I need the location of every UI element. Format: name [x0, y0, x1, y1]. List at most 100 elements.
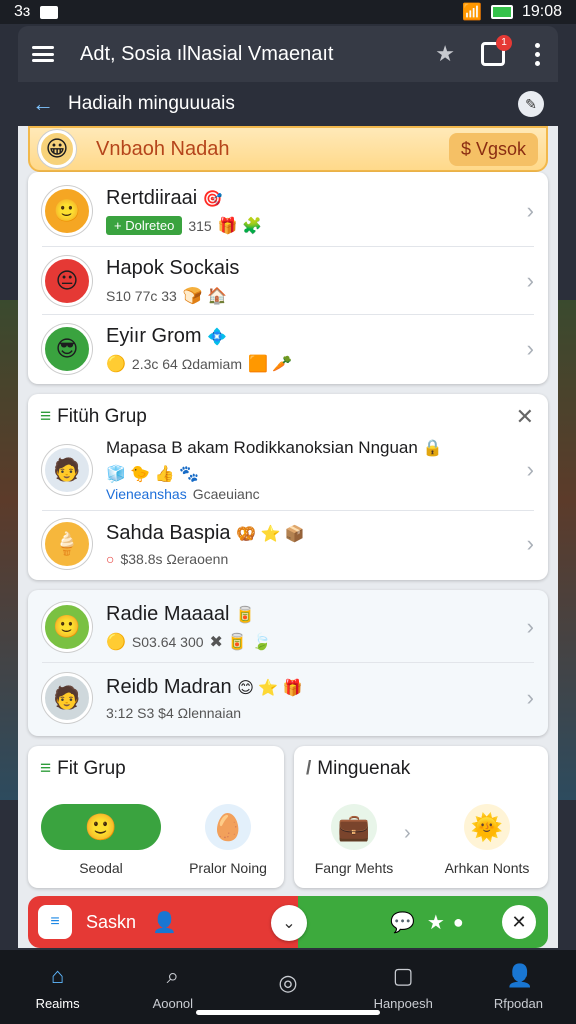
battery-icon: [490, 5, 513, 19]
slash-icon: /: [306, 758, 312, 779]
action-left[interactable]: ≡ Saskn 👤: [28, 896, 298, 948]
section-title: Fitüh Grup: [57, 406, 147, 427]
list-item[interactable]: 🙂 Rertdiiraai 🎯 + Dolreteo 315 🎁 🧩 ›: [28, 178, 548, 244]
divider: [42, 662, 534, 663]
tile-item[interactable]: 💼 Fangr Mehts: [304, 804, 404, 876]
contacts-card: 🙂 Rertdiiraai 🎯 + Dolreteo 315 🎁 🧩 › 😐 H…: [28, 172, 548, 384]
dot-icon: ●: [452, 911, 464, 932]
status-left-text: 3ɜ: [14, 3, 31, 20]
list-icon: ≡: [40, 758, 52, 779]
list-item[interactable]: 😎 Eyiır Grom 💠 🟡 2.3c 64 Ωdamiam 🟧 🥕 ›: [28, 316, 548, 382]
avatar: 😎: [42, 324, 92, 374]
avatar: 🧑: [42, 673, 92, 723]
list-item[interactable]: 🙂 Radie Maaaal 🥫 🟡 S03.64 300 ✖ 🥫 🍃 ›: [28, 594, 548, 660]
chat-icon[interactable]: 💬: [390, 910, 415, 935]
item-icons: 😊 ⭐ 🎁: [237, 679, 303, 697]
nav-label: Aoonol: [152, 995, 194, 1011]
lock-icon: 🔒: [422, 440, 443, 457]
chevron-right-icon: ›: [526, 336, 534, 361]
badge-icon: 💠: [207, 328, 228, 346]
tile-label: Fangr Mehts: [314, 860, 394, 876]
action-label: Saskn: [86, 911, 137, 932]
tile-label: Pralor Noing: [189, 860, 267, 876]
section-header: ≡ Fit Grup: [40, 758, 126, 780]
status-ring-icon: ○: [106, 550, 115, 567]
sub-bar: ← Hadiaih minguuuais ✎: [18, 82, 558, 126]
more-options-icon[interactable]: [531, 42, 544, 66]
avatar: 😐: [42, 256, 92, 306]
tile-label: Seodal: [79, 860, 123, 876]
section-header: ≡ Fitüh Grup: [40, 406, 147, 428]
tile-icon: 💼: [331, 804, 377, 850]
item-icons: 🟧 🥕: [248, 355, 293, 373]
profile-icon: 👤: [506, 962, 534, 988]
list-item[interactable]: 🧑 Reidb Madran 😊 ⭐ 🎁 3:12 S3 $4 Ωlennaia…: [28, 664, 548, 732]
app-icon: ≡: [38, 905, 72, 939]
tile-item[interactable]: 🌞 Arhkan Nonts: [432, 804, 542, 876]
avatar: 🙂: [42, 602, 92, 652]
edit-icon[interactable]: ✎: [518, 91, 544, 117]
tabs-icon[interactable]: 1: [481, 35, 512, 66]
item-icons: 🧊 🐤 👍 🐾: [106, 466, 200, 483]
item-icons: ✖ 🥫 🍃: [209, 633, 272, 651]
home-icon: ⌂: [50, 962, 65, 988]
minguenak-tile: / Minguenak 💼 Fangr Mehts › 🌞 Arhkan Non…: [294, 746, 548, 888]
list-item[interactable]: 🧑 Mapasa B akam Rodikkanoksian Nnguan 🔒 …: [28, 434, 548, 506]
banner-title: Vnbaoh Nadah: [96, 137, 230, 160]
item-link[interactable]: Vieneanshas: [106, 486, 187, 502]
chevron-right-icon: ›: [526, 531, 534, 556]
avatar: 🧑: [42, 445, 92, 495]
tile-icon: 🥚: [205, 804, 251, 850]
divider: [42, 246, 534, 247]
nav-item-home[interactable]: ⌂ Reaims: [0, 950, 115, 1024]
signal-icon: 📶: [462, 4, 482, 21]
recent-card: 🙂 Radie Maaaal 🥫 🟡 S03.64 300 ✖ 🥫 🍃 › 🧑 …: [28, 590, 548, 736]
avatar: 🍦: [42, 519, 92, 569]
chevron-right-icon: ›: [404, 822, 411, 844]
tile-item[interactable]: 🥚 Pralor Noing: [178, 804, 278, 876]
item-icons: 🥨 ⭐ 📦: [236, 525, 305, 543]
chevron-right-icon: ›: [526, 457, 534, 482]
nav-item-profile[interactable]: 👤 Rfpodan: [461, 950, 576, 1024]
coin-icon: 🟡: [106, 355, 126, 373]
list-item[interactable]: 😐 Hapok Sockais S10 77c 33 🍞 🏠 ›: [28, 248, 548, 314]
list-item[interactable]: 🍦 Sahda Baspia 🥨 ⭐ 📦 ○ $38.8s Ωeraoenn ›: [28, 512, 548, 576]
star-icon[interactable]: ★: [427, 910, 445, 935]
divider: [42, 314, 534, 315]
chevron-right-icon: ›: [526, 198, 534, 223]
contact-meta: 315: [188, 217, 212, 234]
item-meta: 3:12 S3 $4 Ωlennaian: [106, 704, 242, 721]
contact-name: Hapok Sockais: [106, 256, 240, 279]
featured-banner[interactable]: 😀 Vnbaoh Nadah $ Vgsok: [28, 126, 548, 172]
close-icon[interactable]: ✕: [516, 404, 534, 430]
content-panel: 😀 Vnbaoh Nadah $ Vgsok 🙂 Rertdiiraai 🎯 +…: [18, 126, 558, 948]
item-name: Radie Maaaal: [106, 602, 230, 625]
tile-label: Arhkan Nonts: [444, 860, 530, 876]
contact-meta: 2.3c 64 Ωdamiam: [131, 355, 242, 372]
close-icon[interactable]: ✕: [502, 905, 536, 939]
section-title: Minguenak: [317, 758, 411, 779]
status-bar: 3ɜ 📶 19:08: [0, 0, 576, 24]
user-icon[interactable]: 👤: [152, 910, 177, 935]
contact-name: Rertdiiraai: [106, 186, 198, 209]
chevron-right-icon: ›: [526, 614, 534, 639]
app-title: Adt, Sosia ılNasial Vmaenaıt: [80, 42, 334, 65]
tile-item[interactable]: 🙂 Seodal: [36, 804, 166, 876]
nav-label: Rfpodan: [493, 995, 543, 1011]
item-icons: 🍞 🏠: [182, 287, 228, 305]
search-icon: ⌕: [166, 962, 179, 988]
circle-icon: ◎: [278, 970, 298, 995]
item-meta: $38.8s Ωeraoenn: [120, 550, 229, 567]
star-icon[interactable]: ★: [435, 41, 455, 67]
chevron-down-icon[interactable]: ⌄: [271, 905, 307, 941]
item-name: Reidb Madran: [106, 675, 232, 698]
status-badge: + Dolreteo: [106, 216, 183, 235]
back-arrow-icon[interactable]: ←: [32, 91, 54, 117]
page-title: Hadiaih minguuuais: [68, 93, 235, 114]
banner-chip-button[interactable]: $ Vgsok: [448, 132, 538, 166]
message-icon: [40, 5, 59, 19]
menu-icon[interactable]: [32, 46, 54, 62]
section-header: / Minguenak: [306, 758, 410, 780]
action-right[interactable]: 💬 ★ ● ✕: [298, 896, 548, 948]
home-indicator[interactable]: [196, 1010, 380, 1015]
